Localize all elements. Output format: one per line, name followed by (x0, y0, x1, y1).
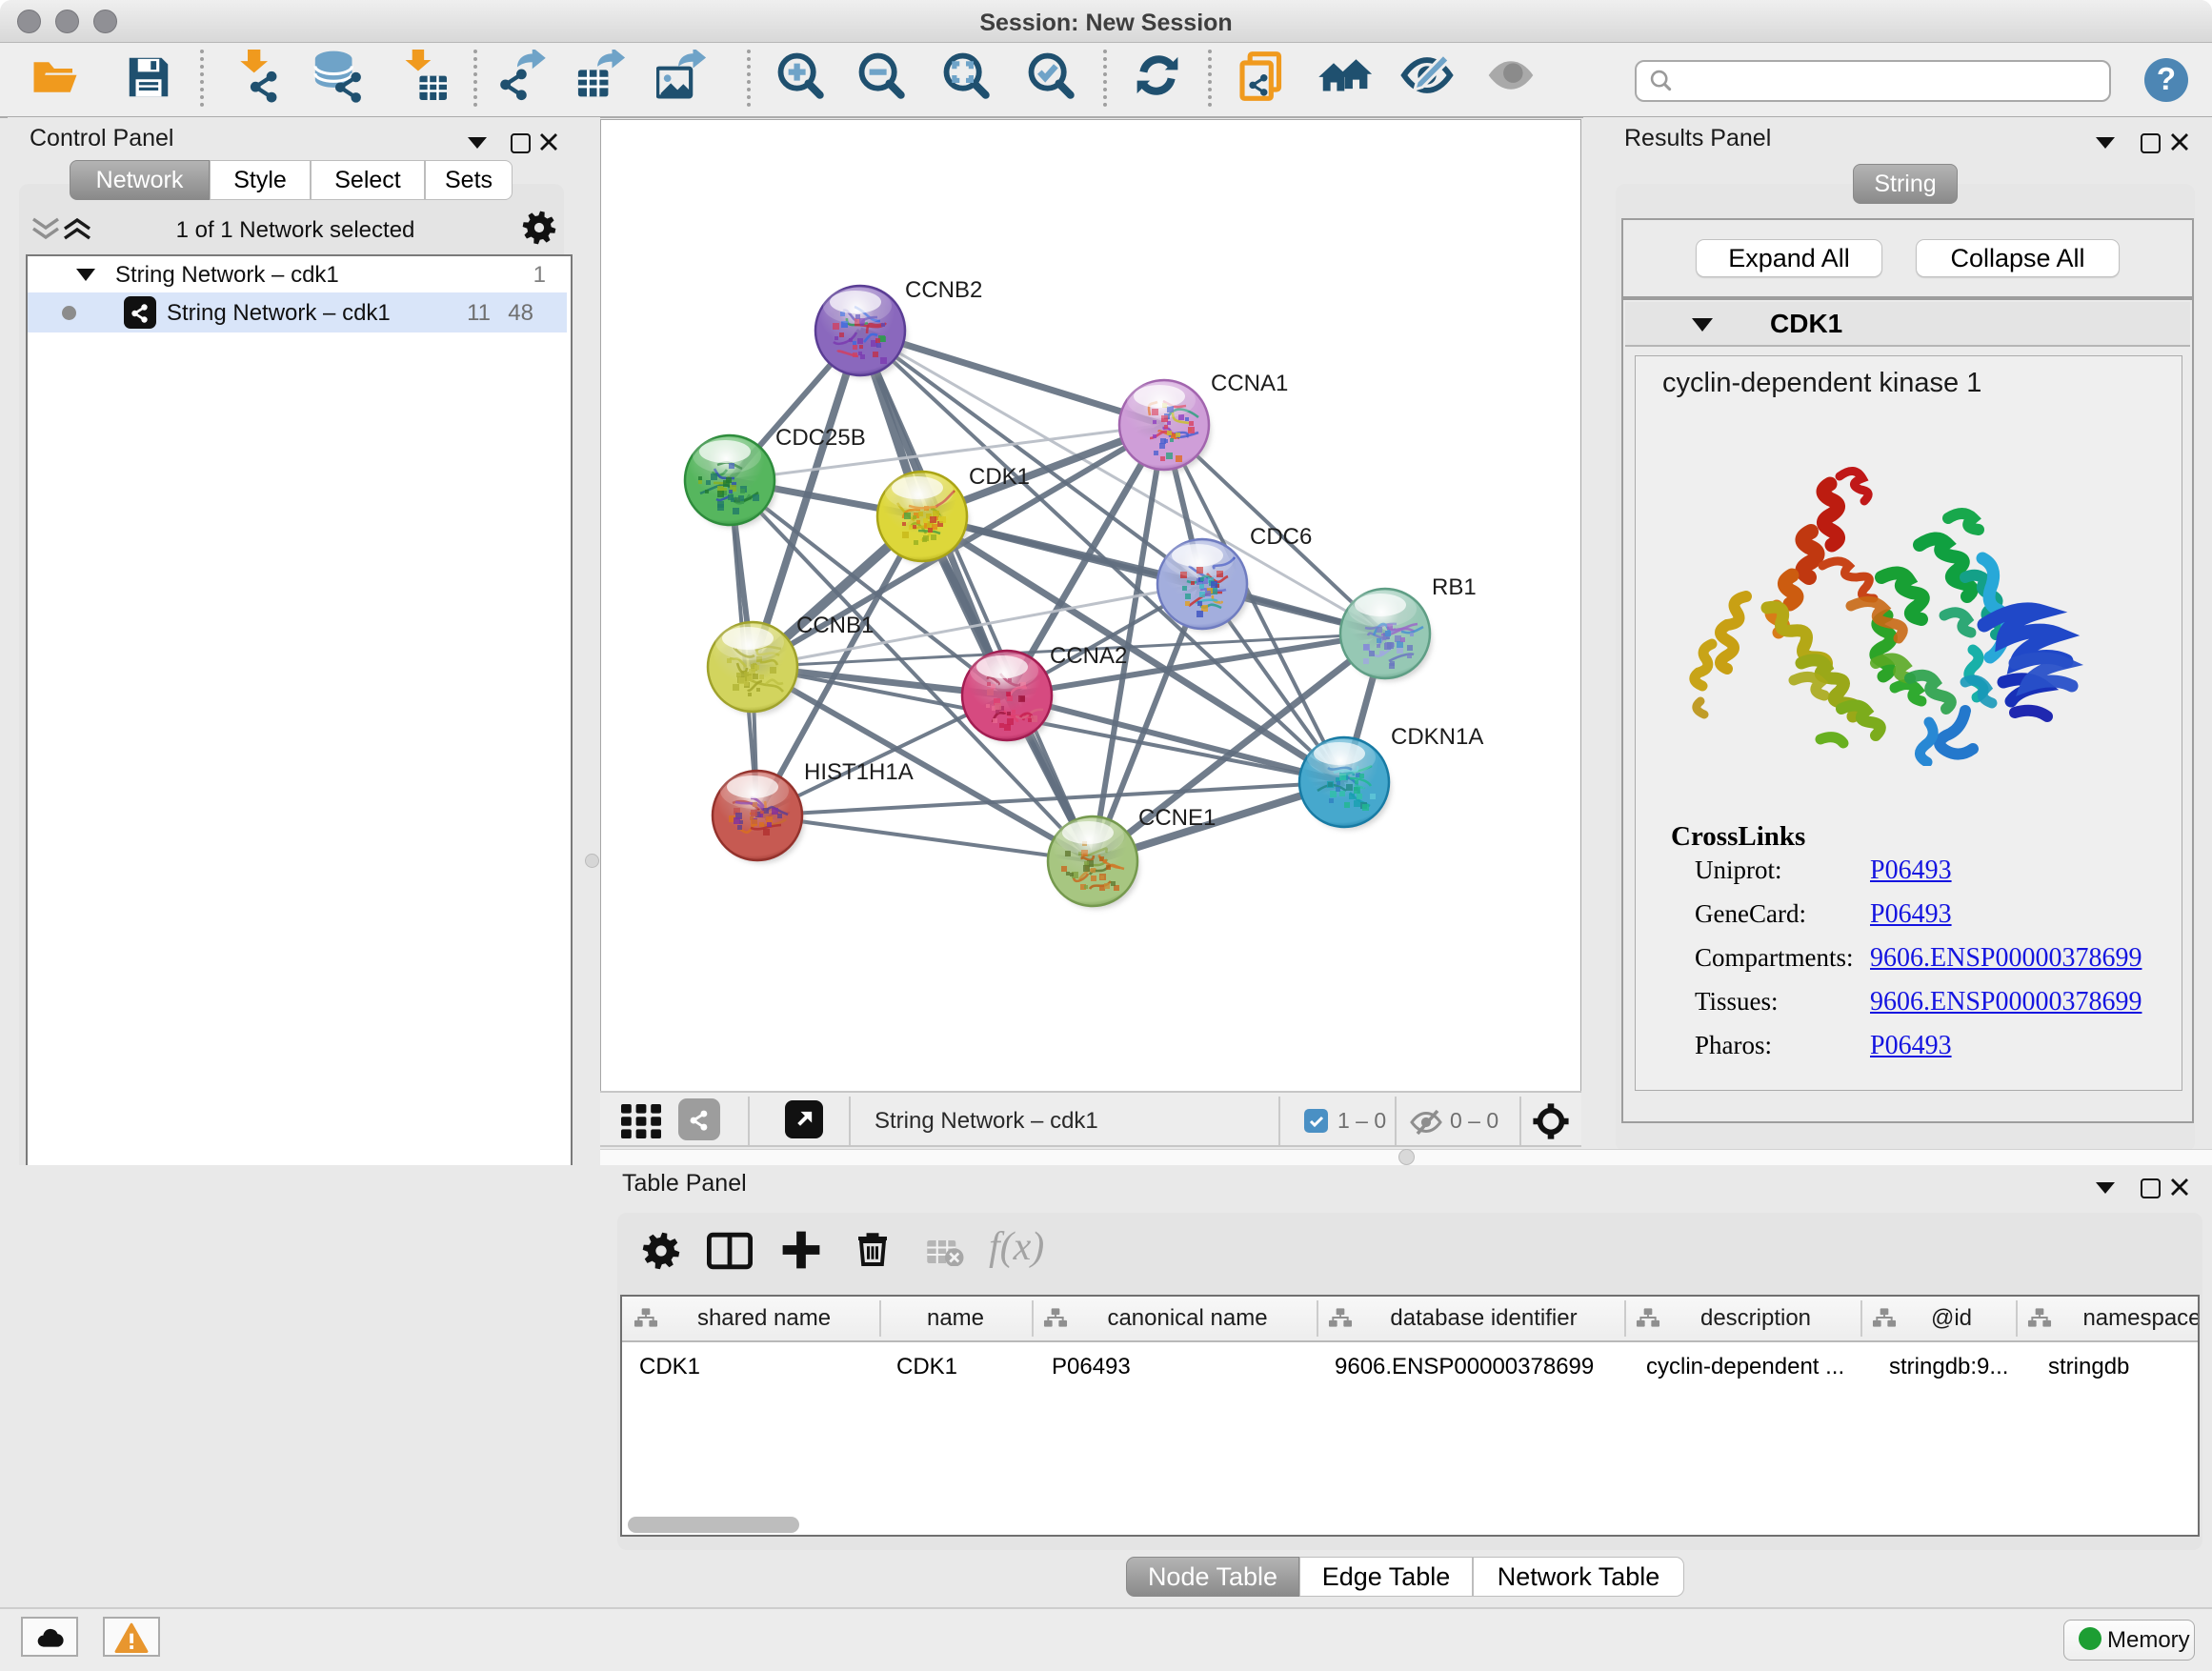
svg-text:CDC6: CDC6 (1250, 524, 1312, 550)
svg-text:RB1: RB1 (1432, 574, 1477, 600)
svg-text:CCNB1: CCNB1 (796, 613, 874, 638)
svg-text:CCNA2: CCNA2 (1050, 643, 1127, 669)
svg-text:HIST1H1A: HIST1H1A (804, 759, 914, 785)
svg-text:CDKN1A: CDKN1A (1391, 724, 1483, 750)
svg-text:CCNE1: CCNE1 (1138, 805, 1216, 831)
svg-text:CCNB2: CCNB2 (905, 277, 982, 303)
svg-text:CDK1: CDK1 (969, 464, 1030, 490)
svg-text:CCNA1: CCNA1 (1211, 371, 1288, 396)
svg-text:CDC25B: CDC25B (775, 425, 866, 451)
